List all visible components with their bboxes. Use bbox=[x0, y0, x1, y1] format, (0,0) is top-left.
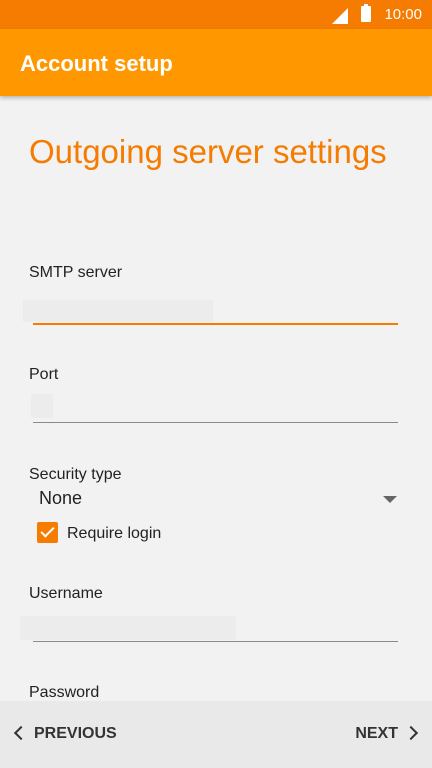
port-underline bbox=[33, 422, 398, 423]
username-input[interactable] bbox=[20, 616, 236, 640]
bottom-nav-bar: PREVIOUS NEXT bbox=[0, 701, 432, 768]
app-title: Account setup bbox=[20, 51, 173, 76]
port-label: Port bbox=[29, 366, 59, 383]
previous-button[interactable]: PREVIOUS bbox=[13, 725, 117, 743]
password-label: Password bbox=[29, 684, 100, 701]
previous-label: PREVIOUS bbox=[34, 725, 117, 742]
next-label: NEXT bbox=[355, 725, 398, 742]
status-time: 10:00 bbox=[384, 6, 422, 23]
smtp-server-underline bbox=[33, 323, 398, 325]
security-type-label: Security type bbox=[29, 466, 122, 483]
require-login-label[interactable]: Require login bbox=[67, 525, 161, 543]
username-underline bbox=[33, 641, 398, 642]
signal-icon bbox=[332, 8, 348, 24]
caret-down-icon bbox=[383, 496, 397, 503]
chevron-right-icon bbox=[403, 725, 419, 741]
next-button[interactable]: NEXT bbox=[355, 725, 419, 743]
status-bar: 10:00 bbox=[0, 0, 432, 29]
app-bar: Account setup bbox=[0, 29, 432, 96]
smtp-server-input[interactable] bbox=[23, 300, 213, 322]
username-label: Username bbox=[29, 585, 103, 602]
smtp-server-label: SMTP server bbox=[29, 264, 123, 281]
page-title: Outgoing server settings bbox=[29, 133, 387, 170]
security-type-dropdown[interactable]: None bbox=[29, 484, 399, 514]
chevron-left-icon bbox=[13, 725, 29, 741]
settings-form: Outgoing server settings SMTP server Por… bbox=[0, 96, 432, 701]
security-type-value: None bbox=[39, 488, 83, 508]
port-input[interactable] bbox=[31, 394, 53, 418]
battery-icon bbox=[361, 4, 371, 22]
require-login-checkbox[interactable] bbox=[37, 522, 58, 543]
